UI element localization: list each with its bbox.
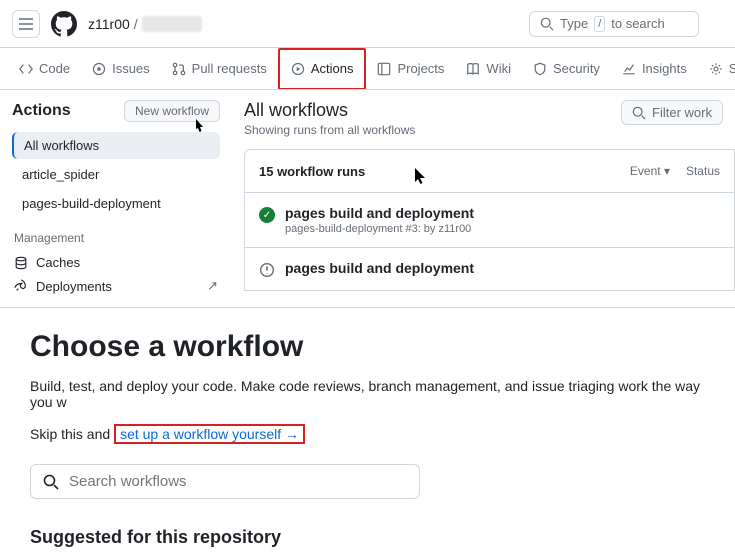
tab-pulls[interactable]: Pull requests (161, 48, 278, 90)
choose-workflow-desc: Build, test, and deploy your code. Make … (30, 378, 705, 410)
workflow-search[interactable] (30, 464, 420, 499)
tab-insights-label: Insights (642, 61, 687, 76)
tab-settings[interactable]: Settings (698, 48, 735, 90)
tab-issues-label: Issues (112, 61, 150, 76)
search-kbd: / (594, 16, 605, 32)
sidebar-all-workflows[interactable]: All workflows (12, 132, 220, 159)
status-info-icon (259, 262, 275, 278)
gear-icon (709, 62, 723, 76)
cursor-arrow-icon (415, 168, 427, 186)
breadcrumb: z11r00 / (88, 16, 202, 32)
tab-insights[interactable]: Insights (611, 48, 698, 90)
sidebar-title: Actions (12, 102, 71, 120)
tab-issues[interactable]: Issues (81, 48, 161, 90)
filter-workflows-button[interactable]: Filter work (621, 100, 723, 125)
tab-security-label: Security (553, 61, 600, 76)
sidebar-deployments-label: Deployments (36, 279, 112, 294)
github-logo[interactable] (50, 10, 78, 38)
tab-pulls-label: Pull requests (192, 61, 267, 76)
arrow-right-icon: → (285, 426, 299, 442)
setup-workflow-link[interactable]: set up a workflow yourself → (120, 426, 299, 442)
workflow-search-input[interactable] (69, 473, 407, 490)
tab-projects[interactable]: Projects (366, 48, 455, 90)
content-title: All workflows (244, 100, 415, 121)
cursor-pointer-icon (192, 118, 206, 136)
project-icon (377, 62, 391, 76)
repo-name-obscured (142, 16, 202, 32)
actions-sidebar: Actions New workflow All workflows artic… (0, 90, 232, 307)
run-title: pages build and deployment (285, 260, 474, 276)
database-icon (14, 256, 28, 270)
sidebar-management-group: Management (14, 231, 220, 245)
breadcrumb-separator: / (134, 16, 138, 32)
shield-icon (533, 62, 547, 76)
tab-projects-label: Projects (397, 61, 444, 76)
search-icon (632, 106, 646, 120)
tab-actions[interactable]: Actions (278, 48, 367, 90)
owner-link[interactable]: z11r00 (88, 16, 130, 32)
git-pull-request-icon (172, 62, 186, 76)
sidebar-deployments[interactable]: Deployments ↗ (12, 274, 220, 298)
sidebar-caches-label: Caches (36, 255, 80, 270)
tab-wiki[interactable]: Wiki (455, 48, 522, 90)
search-placeholder-suffix: to search (611, 16, 664, 31)
search-icon (540, 17, 554, 31)
workflow-run[interactable]: ✓ pages build and deployment pages-build… (245, 193, 734, 248)
issues-icon (92, 62, 106, 76)
tab-security[interactable]: Security (522, 48, 611, 90)
book-icon (466, 62, 480, 76)
play-circle-icon (291, 62, 305, 76)
tab-settings-label: Settings (729, 61, 735, 76)
search-icon (43, 474, 59, 490)
workflow-run[interactable]: pages build and deployment (245, 248, 734, 290)
menu-button[interactable] (12, 10, 40, 38)
content-subtitle: Showing runs from all workflows (244, 123, 415, 137)
external-link-icon: ↗ (207, 278, 218, 294)
rocket-icon (14, 279, 28, 293)
setup-workflow-link-text: set up a workflow yourself (120, 426, 281, 442)
repo-tabs: Code Issues Pull requests Actions Projec… (0, 48, 735, 90)
filter-status[interactable]: Status (686, 164, 720, 178)
global-search[interactable]: Type / to search (529, 11, 699, 37)
tab-actions-label: Actions (311, 61, 354, 76)
run-title: pages build and deployment (285, 205, 474, 221)
search-placeholder-prefix: Type (560, 16, 588, 31)
tab-code-label: Code (39, 61, 70, 76)
code-icon (19, 62, 33, 76)
runs-count: 15 workflow runs (259, 164, 365, 179)
sidebar-caches[interactable]: Caches (12, 251, 220, 274)
filter-button-label: Filter work (652, 105, 712, 120)
sidebar-workflow-article-spider[interactable]: article_spider (12, 161, 220, 188)
status-success-icon: ✓ (259, 207, 275, 223)
filter-event[interactable]: Event ▾ (630, 164, 670, 178)
skip-prefix: Skip this and (30, 426, 110, 442)
run-subtitle: pages-build-deployment #3: by z11r00 (285, 223, 474, 235)
choose-workflow-heading: Choose a workflow (30, 330, 705, 364)
graph-icon (622, 62, 636, 76)
suggested-heading: Suggested for this repository (30, 527, 705, 548)
sidebar-workflow-pages-build[interactable]: pages-build-deployment (12, 190, 220, 217)
tab-wiki-label: Wiki (486, 61, 511, 76)
tab-code[interactable]: Code (8, 48, 81, 90)
